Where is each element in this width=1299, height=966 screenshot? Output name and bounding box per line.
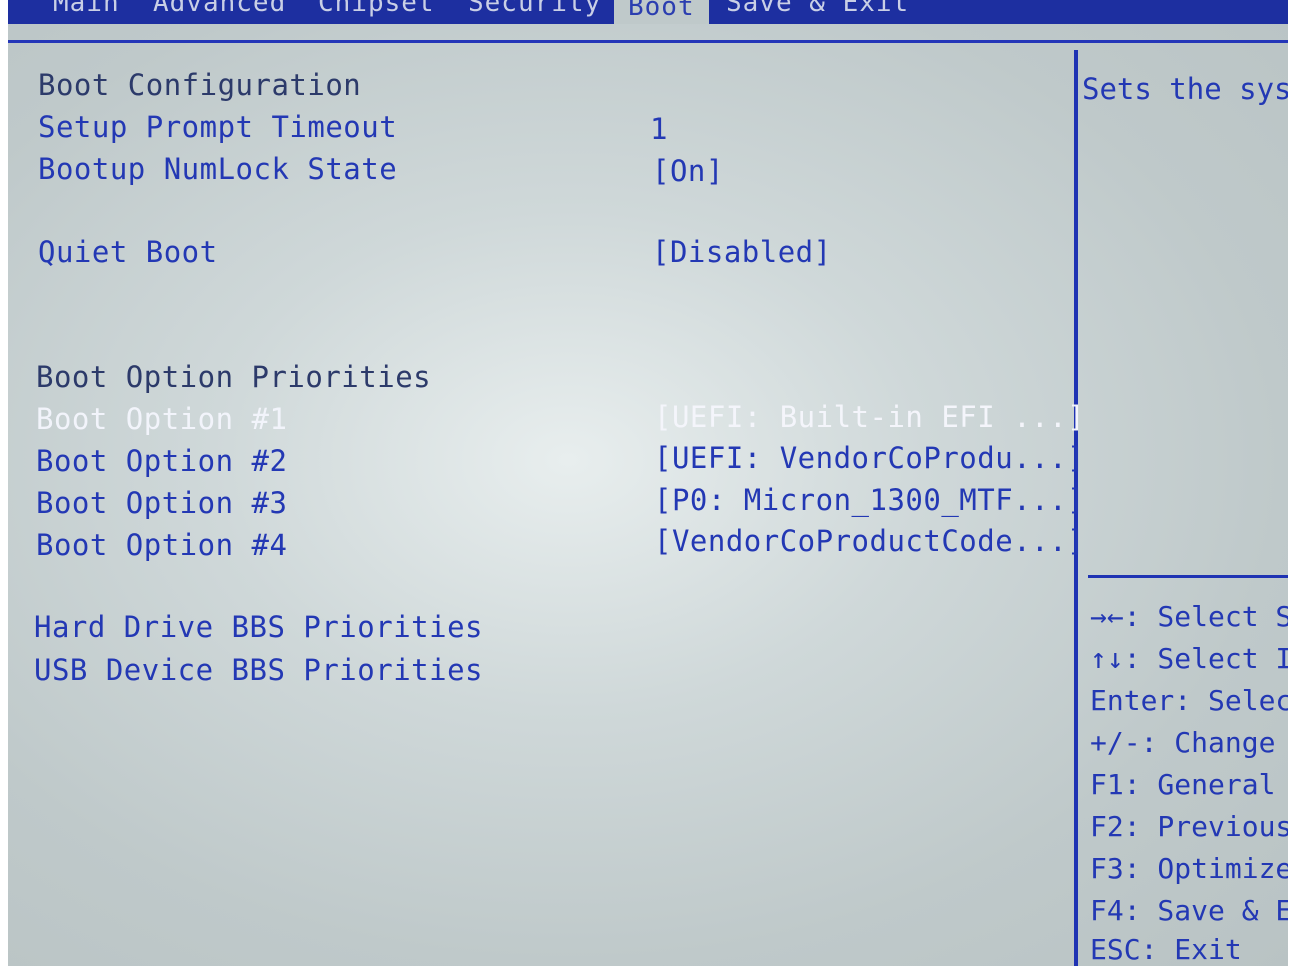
key-change: +/-: Change [1090,726,1276,759]
setup-prompt-timeout-label[interactable]: Setup Prompt Timeout [38,110,397,144]
boot-option-2-label[interactable]: Boot Option #2 [36,444,287,478]
boot-option-1-value[interactable]: [UEFI: Built-in EFI ...] [654,400,1085,434]
tab-security[interactable]: Security [468,0,601,16]
header-divider [8,40,1288,43]
key-enter: Enter: Selec [1090,684,1288,717]
menu-bar: Main Advanced Chipset Security Boot Save… [8,0,1288,24]
setup-prompt-timeout-value[interactable]: 1 [650,112,668,146]
tab-chipset[interactable]: Chipset [318,0,435,16]
help-divider [1088,575,1288,578]
bios-screen: Main Advanced Chipset Security Boot Save… [8,0,1288,966]
key-f4: F4: Save & E [1090,894,1288,927]
key-f1: F1: General [1090,768,1276,801]
boot-option-4-label[interactable]: Boot Option #4 [36,528,287,562]
tab-save-exit[interactable]: Save & Exit [726,0,909,16]
tab-advanced[interactable]: Advanced [153,0,286,16]
tab-main[interactable]: Main [53,0,120,16]
key-esc: ESC: Exit [1090,933,1242,966]
section-boot-option-priorities: Boot Option Priorities [36,360,432,394]
key-f2: F2: Previous [1090,810,1288,843]
tab-boot[interactable]: Boot [614,0,709,24]
quiet-boot-value[interactable]: [Disabled] [652,235,832,269]
numlock-state-label[interactable]: Bootup NumLock State [38,152,397,186]
section-boot-configuration: Boot Configuration [38,68,362,102]
key-select-item: ↑↓: Select I [1090,642,1288,675]
quiet-boot-label[interactable]: Quiet Boot [38,235,218,269]
usb-device-bbs-priorities[interactable]: USB Device BBS Priorities [34,653,483,687]
boot-option-3-value[interactable]: [P0: Micron_1300_MTF...] [654,483,1085,517]
key-select-screen: →←: Select Sc [1090,600,1288,633]
boot-option-1-label[interactable]: Boot Option #1 [36,402,287,436]
help-description: Sets the syst [1082,72,1288,106]
boot-option-4-value[interactable]: [VendorCoProductCode...] [654,524,1085,558]
boot-option-2-value[interactable]: [UEFI: VendorCoProdu...] [654,441,1085,475]
key-f3: F3: Optimize [1090,852,1288,885]
boot-option-3-label[interactable]: Boot Option #3 [36,486,287,520]
numlock-state-value[interactable]: [On] [652,154,724,188]
hard-drive-bbs-priorities[interactable]: Hard Drive BBS Priorities [34,610,483,644]
